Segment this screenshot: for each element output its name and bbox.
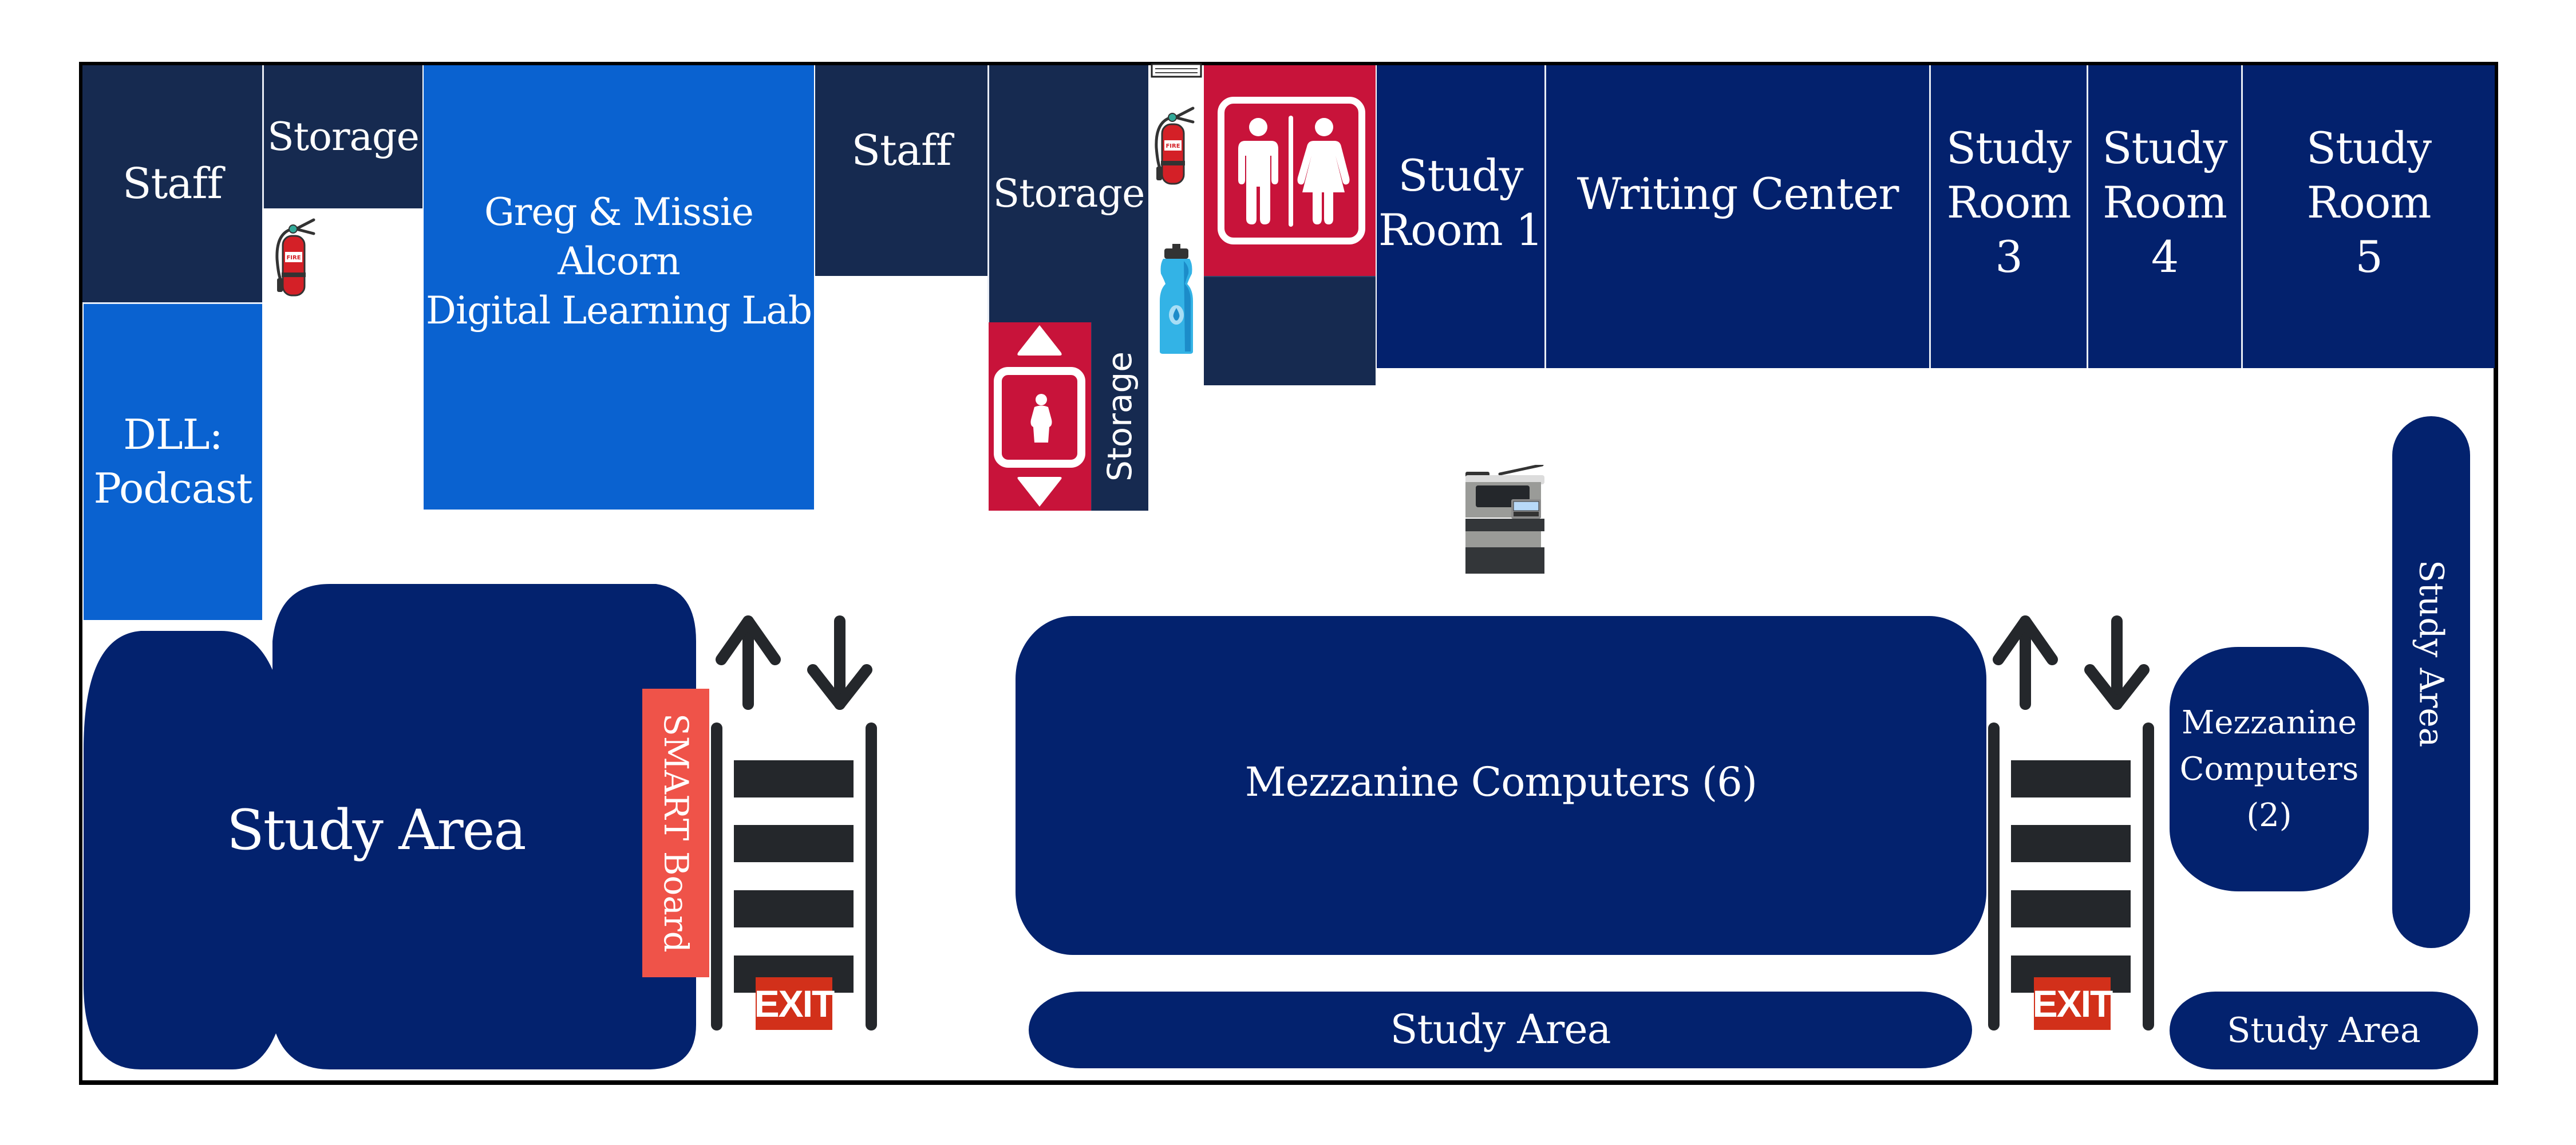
- exit-label: EXIT: [754, 982, 835, 1025]
- room-study-room-1[interactable]: Study Room 1: [1377, 65, 1544, 368]
- area-label: Study Area: [1390, 1006, 1611, 1053]
- area-label: Study Area: [227, 798, 527, 862]
- printer-icon: [1465, 465, 1547, 574]
- area-label: Study Area: [2412, 559, 2451, 748]
- smart-board[interactable]: SMART Board: [642, 689, 709, 977]
- restroom[interactable]: [1204, 65, 1376, 276]
- room-label: Storage: [1100, 352, 1140, 481]
- escalator-right[interactable]: [1987, 613, 2159, 1036]
- area-label: Study Area: [2227, 1010, 2421, 1051]
- mezzanine-computers-2[interactable]: Mezzanine Computers (2): [2170, 647, 2369, 891]
- mezzanine-computers-6[interactable]: Mezzanine Computers (6): [1016, 616, 1986, 955]
- exit-sign-left: EXIT: [754, 977, 835, 1030]
- elevator[interactable]: [989, 322, 1091, 511]
- room-dll-podcast[interactable]: DLL: Podcast: [84, 302, 262, 620]
- room-storage-vertical[interactable]: Storage: [1091, 322, 1148, 511]
- door-icon: [1151, 63, 1202, 78]
- fire-label: FIRE: [286, 255, 301, 261]
- room-label: Storage: [267, 114, 420, 160]
- room-label: Staff: [851, 125, 951, 175]
- room-label: Writing Center: [1577, 168, 1899, 219]
- study-area-bottom-center[interactable]: Study Area: [1029, 992, 1972, 1068]
- room-label: Staff: [122, 159, 223, 208]
- room-label: Study Room 1: [1378, 149, 1543, 255]
- exit-sign-right: EXIT: [2032, 977, 2113, 1030]
- room-label: Storage: [993, 171, 1145, 216]
- escalator-icon: [711, 615, 877, 1030]
- room-label: DLL: Podcast: [93, 410, 252, 512]
- room-storage-left[interactable]: Storage: [262, 65, 422, 208]
- area-label: Mezzanine Computers (2): [2179, 704, 2359, 835]
- room-writing-center[interactable]: Writing Center: [1544, 65, 1929, 368]
- room-study-room-3[interactable]: Study Room 3: [1929, 65, 2087, 368]
- up-arrow-icon: [1993, 615, 2058, 710]
- up-arrow-icon: [716, 615, 781, 710]
- room-staff-left[interactable]: Staff: [82, 65, 262, 302]
- escalator-icon: [1988, 615, 2154, 1030]
- room-study-room-4[interactable]: Study Room 4: [2087, 65, 2241, 368]
- room-staff-center[interactable]: Staff: [815, 65, 987, 276]
- smart-board-label: SMART Board: [656, 713, 696, 953]
- area-label: Mezzanine Computers (6): [1244, 759, 1757, 806]
- room-storage-center[interactable]: Storage: [987, 65, 1148, 322]
- room-label: Study Room 4: [2102, 123, 2227, 282]
- study-area-bottom-right[interactable]: Study Area: [2170, 992, 2478, 1069]
- restroom-storage-block: [1204, 276, 1376, 385]
- study-area-right-vertical[interactable]: Study Area: [2392, 416, 2470, 948]
- fire-extinguisher-icon: FIRE: [1149, 105, 1195, 185]
- restroom-icon: [1218, 97, 1365, 244]
- water-bottle-icon: [1157, 244, 1195, 354]
- elevator-icon: [994, 325, 1085, 507]
- study-area-left[interactable]: Study Area: [84, 584, 697, 1071]
- room-digital-learning-lab[interactable]: Greg & Missie Alcorn Digital Learning La…: [424, 65, 814, 510]
- room-study-room-5[interactable]: Study Room 5: [2241, 65, 2495, 368]
- room-label: Greg & Missie Alcorn Digital Learning La…: [426, 190, 812, 333]
- down-arrow-icon: [807, 615, 872, 710]
- escalator-left[interactable]: [710, 613, 882, 1036]
- down-arrow-icon: [2084, 615, 2150, 710]
- fire-label: FIRE: [1165, 143, 1180, 149]
- room-label: Study Room 5: [2306, 123, 2432, 282]
- exit-label: EXIT: [2032, 982, 2113, 1025]
- room-label: Study Room 3: [1946, 123, 2072, 282]
- fire-extinguisher-icon: FIRE: [270, 216, 316, 297]
